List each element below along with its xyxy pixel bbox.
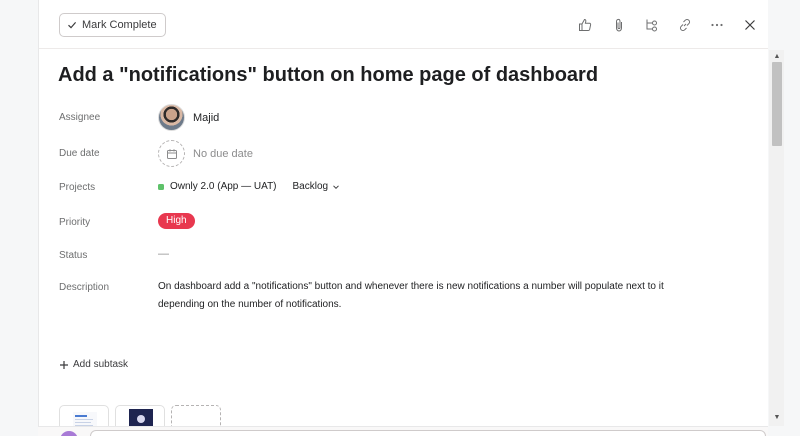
status-label: Status [59, 250, 88, 261]
due-date-row: Due date No due date [59, 140, 749, 167]
status-row: Status — [59, 248, 749, 264]
subtask-button[interactable] [642, 15, 662, 35]
priority-row: Priority High [59, 213, 749, 231]
due-date-value: No due date [193, 147, 253, 160]
assignee-field[interactable]: Majid [158, 104, 219, 131]
description-line: depending on the number of notifications… [158, 299, 342, 310]
scrollbar-thumb[interactable] [772, 62, 782, 146]
priority-field[interactable]: High [158, 213, 195, 229]
more-actions-button[interactable] [707, 15, 727, 35]
status-field[interactable]: — [158, 248, 169, 260]
checkmark-icon [68, 22, 77, 29]
scroll-down-arrow[interactable]: ▼ [772, 414, 782, 422]
priority-label: Priority [59, 217, 91, 228]
section-dropdown[interactable]: Backlog [293, 181, 341, 192]
assignee-row: Assignee Majid [59, 104, 749, 131]
link-icon [679, 18, 691, 32]
subtask-icon [646, 19, 657, 32]
thumbs-up-icon [579, 18, 592, 31]
chevron-down-icon [333, 184, 339, 189]
priority-badge: High [158, 213, 195, 229]
task-title[interactable]: Add a "notifications" button on home pag… [58, 64, 598, 87]
add-subtask-label: Add subtask [73, 359, 129, 370]
description-line: On dashboard add a "notifications" butto… [158, 281, 664, 292]
scroll-up-arrow[interactable]: ▲ [772, 53, 782, 61]
section-name: Backlog [292, 181, 329, 192]
project-name[interactable]: Ownly 2.0 (App — UAT) [170, 181, 277, 192]
comment-input[interactable] [90, 430, 766, 436]
add-subtask-button[interactable]: Add subtask [59, 359, 128, 370]
due-date-field[interactable]: No due date [158, 140, 253, 167]
project-color-dot [158, 183, 164, 190]
plus-icon [60, 360, 68, 369]
calendar-icon [166, 148, 177, 159]
task-toolbar: Mark Complete [39, 0, 768, 49]
task-detail-panel: Mark Complete Add a "notifications" butt… [38, 0, 768, 436]
projects-label: Projects [59, 182, 96, 193]
close-icon [745, 20, 755, 30]
attachment-icon [616, 18, 622, 32]
description-label: Description [59, 282, 110, 293]
attach-button[interactable] [609, 15, 629, 35]
status-value: — [158, 248, 169, 260]
calendar-icon-holder [158, 140, 185, 167]
copy-link-button[interactable] [675, 15, 695, 35]
close-button[interactable] [740, 15, 760, 35]
description-text[interactable]: On dashboard add a "notifications" butto… [158, 278, 738, 314]
assignee-label: Assignee [59, 112, 101, 123]
mark-complete-label: Mark Complete [82, 19, 157, 31]
due-date-label: Due date [59, 148, 100, 159]
more-icon [711, 23, 723, 27]
project-field[interactable]: Ownly 2.0 (App — UAT) Backlog [158, 181, 340, 192]
like-button[interactable] [575, 15, 595, 35]
mark-complete-button[interactable]: Mark Complete [59, 13, 166, 37]
assignee-name: Majid [193, 111, 220, 124]
avatar [158, 104, 185, 131]
projects-row: Projects Ownly 2.0 (App — UAT) Backlog [59, 180, 749, 196]
description-row: Description On dashboard add a "notifica… [59, 278, 749, 318]
